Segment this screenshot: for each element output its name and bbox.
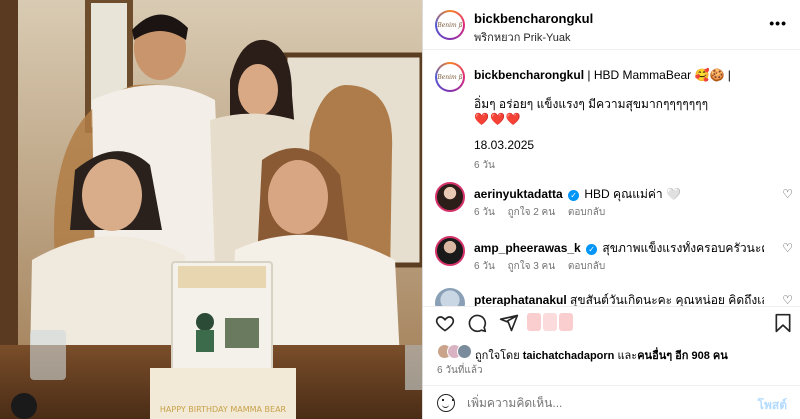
verified-badge-icon: ✓	[568, 190, 580, 201]
emoji-icon[interactable]	[437, 394, 455, 412]
comment-username[interactable]: amp_pheerawas_k	[474, 241, 581, 255]
blurred-overlay	[527, 313, 541, 331]
add-comment-bar: โพสต์	[423, 385, 800, 419]
comment-meta: 6 วัน ถูกใจ 2 คน ตอบกลับ	[474, 205, 615, 220]
share-icon[interactable]	[499, 313, 519, 333]
caption-time[interactable]: 6 วัน	[474, 158, 495, 173]
author-username[interactable]: bickbencharongkul	[474, 11, 593, 26]
caption-date: 18.03.2025	[474, 138, 535, 152]
more-options-icon[interactable]: •••	[769, 15, 787, 31]
photo-scene: HAPPY BIRTHDAY MAMMA BEAR	[0, 0, 422, 419]
comment-text: aerinyuktadatta ✓ HBD คุณแม่ค่า 🤍	[474, 187, 764, 202]
comment-username[interactable]: pteraphatanakul	[474, 293, 567, 306]
blurred-overlay	[543, 313, 557, 331]
comment-time[interactable]: 6 วัน	[474, 207, 495, 218]
comment-input[interactable]	[467, 394, 727, 412]
liker-username[interactable]: taichatchadaporn	[523, 350, 615, 362]
comment-meta: 6 วัน ถูกใจ 3 คน ตอบกลับ	[474, 259, 615, 274]
comment-likes[interactable]: ถูกใจ 2 คน	[508, 207, 556, 218]
post-actions	[423, 306, 800, 340]
comment-reply-button[interactable]: ตอบกลับ	[568, 261, 605, 272]
comment-body: HBD คุณแม่ค่า 🤍	[584, 187, 681, 201]
comment-body: สุขสันต์วันเกิดนะคะ คุณหน่อย คิดถึงเสมอค…	[570, 293, 764, 306]
comment-item: pteraphatanakul สุขสันต์วันเกิดนะคะ คุณห…	[435, 288, 795, 306]
bookmark-icon[interactable]	[773, 313, 793, 333]
comment-text: pteraphatanakul สุขสันต์วันเกิดนะคะ คุณห…	[474, 293, 764, 306]
likes-summary: ถูกใจโดย taichatchadaporn และคนอื่นๆ อีก…	[437, 344, 797, 362]
comment-username[interactable]: aerinyuktadatta	[474, 187, 563, 201]
post-location[interactable]: พริกหยวก Prik-Yuak	[474, 28, 570, 46]
comment-icon[interactable]	[467, 313, 487, 333]
comment-text: amp_pheerawas_k ✓ สุขภาพแข็งแรงทั้งครอบค…	[474, 241, 764, 256]
others-likes-link[interactable]: คนอื่นๆ อีก 908 คน	[637, 350, 728, 362]
comment-heart-icon[interactable]: ♡	[782, 187, 793, 201]
caption-text: bickbencharongkul | HBD MammaBear 🥰🍪 | อ…	[474, 68, 774, 127]
comment-item: aerinyuktadatta ✓ HBD คุณแม่ค่า 🤍 6 วัน …	[435, 182, 795, 224]
comment-body: สุขภาพแข็งแรงทั้งครอบครัวนะครับ	[602, 241, 764, 255]
commenter-avatar[interactable]	[435, 288, 465, 306]
comment-heart-icon[interactable]: ♡	[782, 293, 793, 306]
commenter-avatar[interactable]	[435, 182, 465, 212]
post-header: Benim ß bickbencharongkul พริกหยวก Prik-…	[423, 0, 800, 50]
caption-username[interactable]: bickbencharongkul	[474, 68, 584, 82]
liker-avatar[interactable]	[457, 344, 472, 359]
blurred-overlay	[559, 313, 573, 331]
post-detail-panel: Benim ß bickbencharongkul พริกหยวก Prik-…	[422, 0, 800, 419]
comment-heart-icon[interactable]: ♡	[782, 241, 793, 255]
comment-item: amp_pheerawas_k ✓ สุขภาพแข็งแรงทั้งครอบค…	[435, 236, 795, 278]
cake-text: HAPPY BIRTHDAY MAMMA BEAR	[160, 405, 287, 414]
caption-line-1: | HBD MammaBear 🥰🍪 |	[587, 68, 731, 82]
post-photo[interactable]: HAPPY BIRTHDAY MAMMA BEAR	[0, 0, 422, 419]
commenter-avatar[interactable]	[435, 236, 465, 266]
comment-reply-button[interactable]: ตอบกลับ	[568, 207, 605, 218]
author-avatar[interactable]: Benim ß	[435, 10, 465, 40]
caption-hearts: ❤️❤️❤️	[474, 112, 522, 126]
likes-text: ถูกใจโดย taichatchadaporn และคนอื่นๆ อีก…	[475, 350, 728, 362]
post-time-ago[interactable]: 6 วันที่แล้ว	[437, 363, 483, 378]
post-comment-button[interactable]: โพสต์	[758, 396, 787, 415]
comment-likes[interactable]: ถูกใจ 3 คน	[508, 261, 556, 272]
heart-icon[interactable]	[435, 313, 455, 333]
caption-line-2: อิ่มๆ อร่อยๆ แข็งแรงๆ มีความสุขมากๆๆๆๆๆๆ…	[474, 97, 709, 111]
comment-time[interactable]: 6 วัน	[474, 261, 495, 272]
caption-avatar[interactable]: Benim ß	[435, 62, 465, 92]
verified-badge-icon: ✓	[586, 244, 598, 255]
